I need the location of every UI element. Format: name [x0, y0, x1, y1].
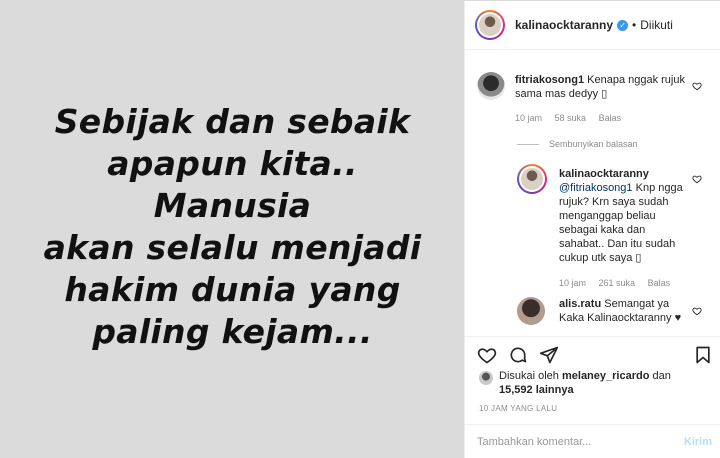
commenter-avatar[interactable]	[517, 297, 545, 325]
comment-username[interactable]: fitriakosong1	[515, 74, 584, 86]
comment-username[interactable]: alis.ratu	[559, 298, 601, 310]
post-modal: Sebijak dan sebaik apapun kita.. Manusia…	[0, 0, 720, 458]
bookmark-icon[interactable]	[693, 345, 713, 365]
author-username[interactable]: kalinaocktaranny	[515, 18, 613, 32]
verified-badge-icon: ✓	[617, 19, 629, 31]
author-avatar[interactable]	[475, 10, 505, 40]
comment-meta: 10 jam 58 suka Balas	[515, 113, 631, 123]
quote-line: paling kejam...	[92, 312, 373, 351]
liker-avatar[interactable]	[479, 371, 493, 385]
like-comment-heart-icon[interactable]	[692, 306, 702, 316]
quote-line: hakim dunia yang	[64, 270, 401, 309]
likes-count[interactable]: 15,592 lainnya	[499, 384, 574, 396]
post-image[interactable]: Sebijak dan sebaik apapun kita.. Manusia…	[1, 1, 464, 458]
like-heart-icon[interactable]	[477, 345, 497, 365]
separator-dot: •	[632, 18, 637, 32]
post-actions	[465, 336, 720, 370]
liker-username[interactable]: melaney_ricardo	[562, 370, 649, 382]
comments-list[interactable]: fitriakosong1 Kenapa nggak rujuk sama ma…	[465, 50, 720, 336]
hide-replies-toggle[interactable]: Sembunyikan balasan	[517, 139, 638, 149]
reply-meta: 10 jam 261 suka Balas	[559, 278, 680, 288]
quote-text: Sebijak dan sebaik apapun kita.. Manusia…	[33, 101, 433, 353]
reply-reply-button[interactable]: Balas	[648, 278, 671, 288]
comment-likes[interactable]: 58 suka	[555, 113, 587, 123]
likes-text: Disukai oleh melaney_ricardo dan 15,592 …	[499, 369, 699, 397]
quote-line: Sebijak dan sebaik	[54, 102, 411, 141]
share-paper-plane-icon[interactable]	[539, 345, 559, 365]
commenter-avatar[interactable]	[477, 72, 505, 100]
reply-likes[interactable]: 261 suka	[599, 278, 636, 288]
reply-username[interactable]: kalinaocktaranny	[559, 168, 649, 180]
comment-body: fitriakosong1 Kenapa nggak rujuk sama ma…	[515, 73, 695, 101]
quote-line: apapun kita.. Manusia	[107, 144, 358, 225]
post-comment-button[interactable]: Kirim	[684, 436, 712, 448]
likes-prefix: Disukai oleh	[499, 370, 559, 382]
comment-body: alis.ratu Semangat ya Kaka Kalinaocktara…	[559, 297, 689, 325]
hide-replies-label: Sembunyikan balasan	[549, 139, 638, 149]
like-comment-heart-icon[interactable]	[692, 81, 702, 91]
reply-button[interactable]: Balas	[599, 113, 622, 123]
reply-body: kalinaocktaranny @fitriakosong1 Knp ngga…	[559, 167, 689, 265]
reply-time: 10 jam	[559, 278, 587, 288]
post-sidebar: kalinaocktaranny ✓ • Diikuti fitriakoson…	[464, 1, 720, 458]
likes-middle: dan	[652, 370, 671, 382]
like-reply-heart-icon[interactable]	[692, 174, 702, 184]
follow-status-button[interactable]: Diikuti	[640, 18, 673, 32]
post-timestamp[interactable]: 10 JAM YANG LALU	[479, 404, 557, 413]
reply-text: Knp ngga rujuk? Krn saya sudah mengangga…	[559, 182, 683, 264]
reply-mention-link[interactable]: @fitriakosong1	[559, 182, 633, 194]
comment-time: 10 jam	[515, 113, 543, 123]
add-comment-bar: Kirim	[465, 424, 720, 458]
likes-summary: Disukai oleh melaney_ricardo dan 15,592 …	[479, 369, 699, 397]
comment-bubble-icon[interactable]	[508, 345, 528, 365]
comment-input[interactable]	[477, 436, 667, 448]
quote-line: akan selalu menjadi	[43, 228, 422, 267]
post-header: kalinaocktaranny ✓ • Diikuti	[465, 1, 720, 50]
reply-author-avatar[interactable]	[517, 164, 547, 194]
